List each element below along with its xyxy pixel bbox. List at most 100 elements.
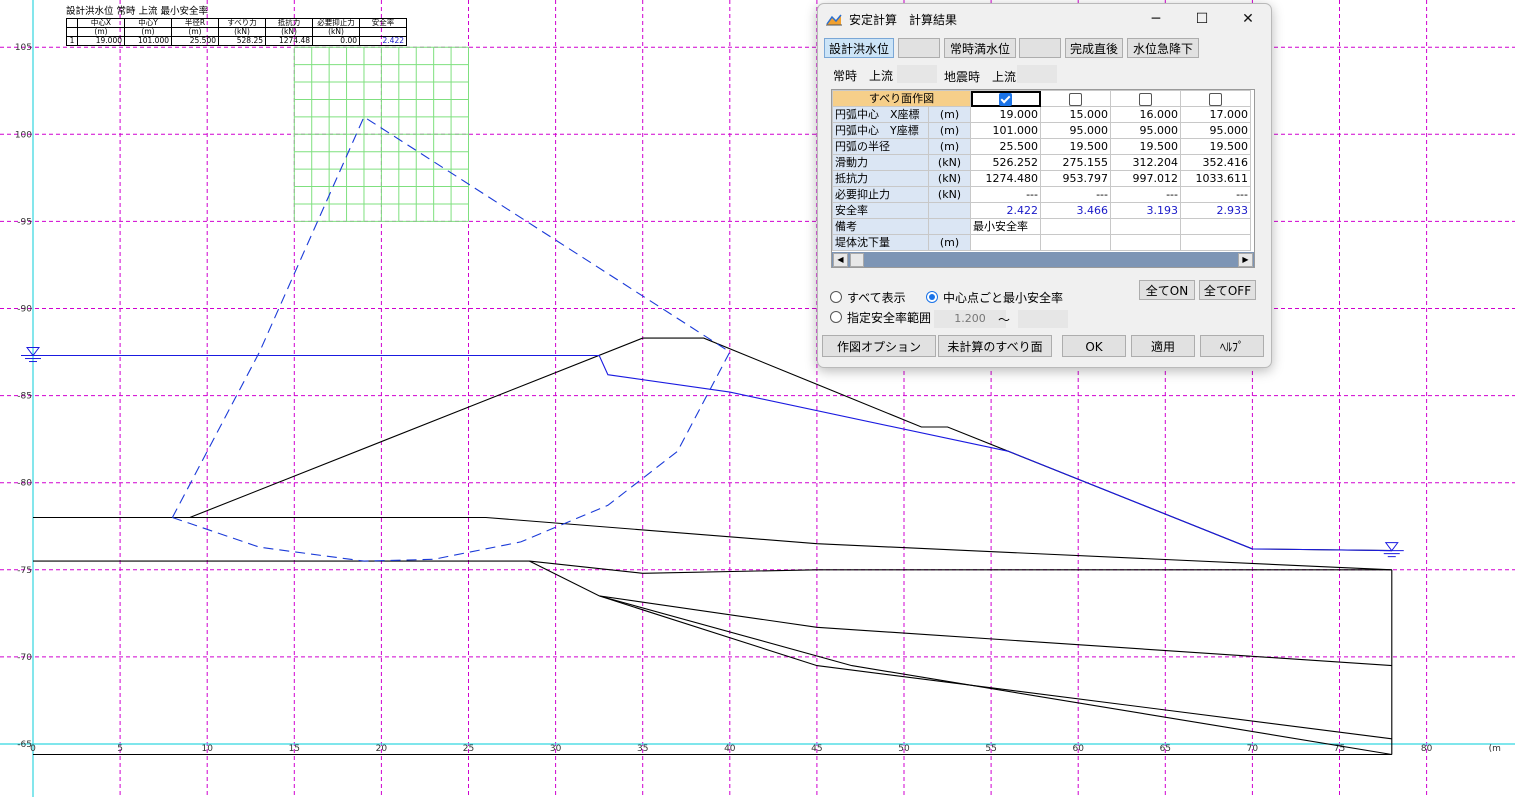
grid-cell[interactable]: 95.000 <box>1180 122 1251 139</box>
slip-plot-checkbox[interactable] <box>1180 90 1251 107</box>
grid-cell[interactable] <box>1180 218 1251 235</box>
grid-cell[interactable]: 19.500 <box>1110 138 1181 155</box>
horizontal-scrollbar[interactable]: ◀ ▶ <box>832 252 1254 267</box>
slip-plot-header: すべり面作図 <box>832 90 971 107</box>
grid-cell-safety[interactable]: 2.933 <box>1180 202 1251 219</box>
tab-just-after-completion[interactable]: 完成直後 <box>1065 38 1123 58</box>
row-unit: (kN) <box>928 170 971 187</box>
grid-cell[interactable]: 953.797 <box>1040 170 1111 187</box>
grid-cell[interactable]: 17.000 <box>1180 106 1251 123</box>
grid-cell[interactable]: --- <box>970 186 1041 203</box>
x-tick-label: 80 <box>1421 744 1433 754</box>
x-tick-label: 40 <box>724 744 736 754</box>
summary-cell: 1 <box>66 36 78 46</box>
case-earthquake-upstream[interactable]: 地震時 上流 <box>944 68 1016 85</box>
x-tick-label: 60 <box>1072 744 1084 754</box>
maximize-button[interactable]: ☐ <box>1179 4 1225 34</box>
checkbox-icon[interactable] <box>999 92 1012 106</box>
grid-cell-safety[interactable]: 2.422 <box>970 202 1041 219</box>
grid-cell[interactable]: 1033.611 <box>1180 170 1251 187</box>
grid-cell[interactable]: 16.000 <box>1110 106 1181 123</box>
radio-show-all[interactable] <box>830 291 842 303</box>
dialog-titlebar[interactable]: 安定計算 計算結果 ─ ☐ ✕ <box>818 4 1271 34</box>
tab-blank-1[interactable] <box>898 38 940 58</box>
grid-cell[interactable]: --- <box>1180 186 1251 203</box>
radio-safety-range[interactable] <box>830 311 842 323</box>
uncalculated-slip-button[interactable]: 未計算のすべり面 <box>938 335 1052 357</box>
checkbox-icon[interactable] <box>1209 92 1222 106</box>
ground-line <box>529 560 1392 667</box>
slip-plot-checkbox[interactable] <box>1110 90 1181 107</box>
close-button[interactable]: ✕ <box>1225 4 1271 34</box>
x-tick-label: 10 <box>201 744 213 754</box>
summary-head: 安全率 <box>359 18 407 28</box>
grid-cell[interactable]: 275.155 <box>1040 154 1111 171</box>
grid-cell[interactable]: 101.000 <box>970 122 1041 139</box>
grid-cell-note[interactable]: 最小安全率 <box>970 218 1041 235</box>
grid-cell[interactable]: 19.500 <box>1040 138 1111 155</box>
case-normal-upstream[interactable]: 常時 上流 <box>833 67 893 84</box>
help-button[interactable]: ﾍﾙﾌﾟ <box>1200 335 1264 357</box>
grid-cell[interactable] <box>1110 234 1181 251</box>
x-tick-label: 70 <box>1247 744 1259 754</box>
radio-show-all-label[interactable]: すべて表示 <box>847 289 906 306</box>
grid-cell[interactable]: 95.000 <box>1040 122 1111 139</box>
ground-line <box>189 337 1392 552</box>
grid-cell[interactable] <box>1180 234 1251 251</box>
range-from-input[interactable]: 1.200 <box>934 310 1006 328</box>
radio-min-per-center[interactable] <box>926 291 938 303</box>
summary-cell: 101.000 <box>124 36 172 46</box>
result-grid[interactable]: すべり面作図 円弧中心 X座標 (m) 19.000 15.000 16.000… <box>831 89 1255 268</box>
grid-cell[interactable]: --- <box>1110 186 1181 203</box>
checkbox-icon[interactable] <box>1139 92 1152 106</box>
grid-cell[interactable]: --- <box>1040 186 1111 203</box>
checkbox-icon[interactable] <box>1069 92 1082 106</box>
slip-plot-checkbox[interactable] <box>1040 90 1111 107</box>
grid-cell[interactable]: 312.204 <box>1110 154 1181 171</box>
scroll-left-icon[interactable]: ◀ <box>833 253 848 267</box>
row-unit: (kN) <box>928 154 971 171</box>
y-tick-label: -75 <box>17 566 32 576</box>
ground-line <box>33 516 1392 571</box>
scroll-right-icon[interactable]: ▶ <box>1238 253 1253 267</box>
range-to-input[interactable] <box>1018 310 1068 328</box>
grid-cell[interactable] <box>970 234 1041 251</box>
apply-button[interactable]: 適用 <box>1131 335 1195 357</box>
ground-line <box>33 560 1392 574</box>
tab-normal-full-level[interactable]: 常時満水位 <box>944 38 1016 58</box>
grid-cell[interactable] <box>1040 218 1111 235</box>
radio-safety-range-label[interactable]: 指定安全率範囲 <box>847 309 931 326</box>
tab-design-flood-level[interactable]: 設計洪水位 <box>824 38 894 58</box>
grid-cell[interactable]: 526.252 <box>970 154 1041 171</box>
all-on-button[interactable]: 全てON <box>1139 280 1195 300</box>
tab-blank-2[interactable] <box>1019 38 1061 58</box>
grid-cell[interactable]: 15.000 <box>1040 106 1111 123</box>
x-tick-label: 20 <box>376 744 388 754</box>
grid-cell[interactable]: 25.500 <box>970 138 1041 155</box>
grid-cell[interactable]: 1274.480 <box>970 170 1041 187</box>
grid-cell[interactable] <box>1040 234 1111 251</box>
all-off-button[interactable]: 全てOFF <box>1199 280 1256 300</box>
grid-cell[interactable]: 95.000 <box>1110 122 1181 139</box>
minimize-button[interactable]: ─ <box>1133 4 1179 34</box>
ok-button[interactable]: OK <box>1062 335 1126 357</box>
summary-cell: 1274.48 <box>265 36 313 46</box>
slip-plot-checkbox[interactable] <box>970 90 1041 107</box>
radio-min-per-center-label[interactable]: 中心点ごと最小安全率 <box>943 289 1063 306</box>
grid-cell[interactable] <box>1110 218 1181 235</box>
plot-option-button[interactable]: 作図オプション <box>822 335 936 357</box>
grid-cell[interactable]: 19.000 <box>970 106 1041 123</box>
grid-cell[interactable]: 19.500 <box>1180 138 1251 155</box>
grid-cell[interactable]: 352.416 <box>1180 154 1251 171</box>
x-tick-label: 5 <box>117 744 123 754</box>
row-label: 必要抑止力 <box>832 186 929 203</box>
tab-rapid-drawdown[interactable]: 水位急降下 <box>1127 38 1199 58</box>
grid-cell-safety[interactable]: 3.193 <box>1110 202 1181 219</box>
case-blank-2 <box>1017 65 1057 83</box>
row-label: 堤体沈下量 <box>832 234 929 251</box>
grid-cell[interactable]: 997.012 <box>1110 170 1181 187</box>
row-unit: (m) <box>928 122 971 139</box>
summary-cell: 528.25 <box>218 36 266 46</box>
scroll-thumb[interactable] <box>850 253 864 267</box>
grid-cell-safety[interactable]: 3.466 <box>1040 202 1111 219</box>
